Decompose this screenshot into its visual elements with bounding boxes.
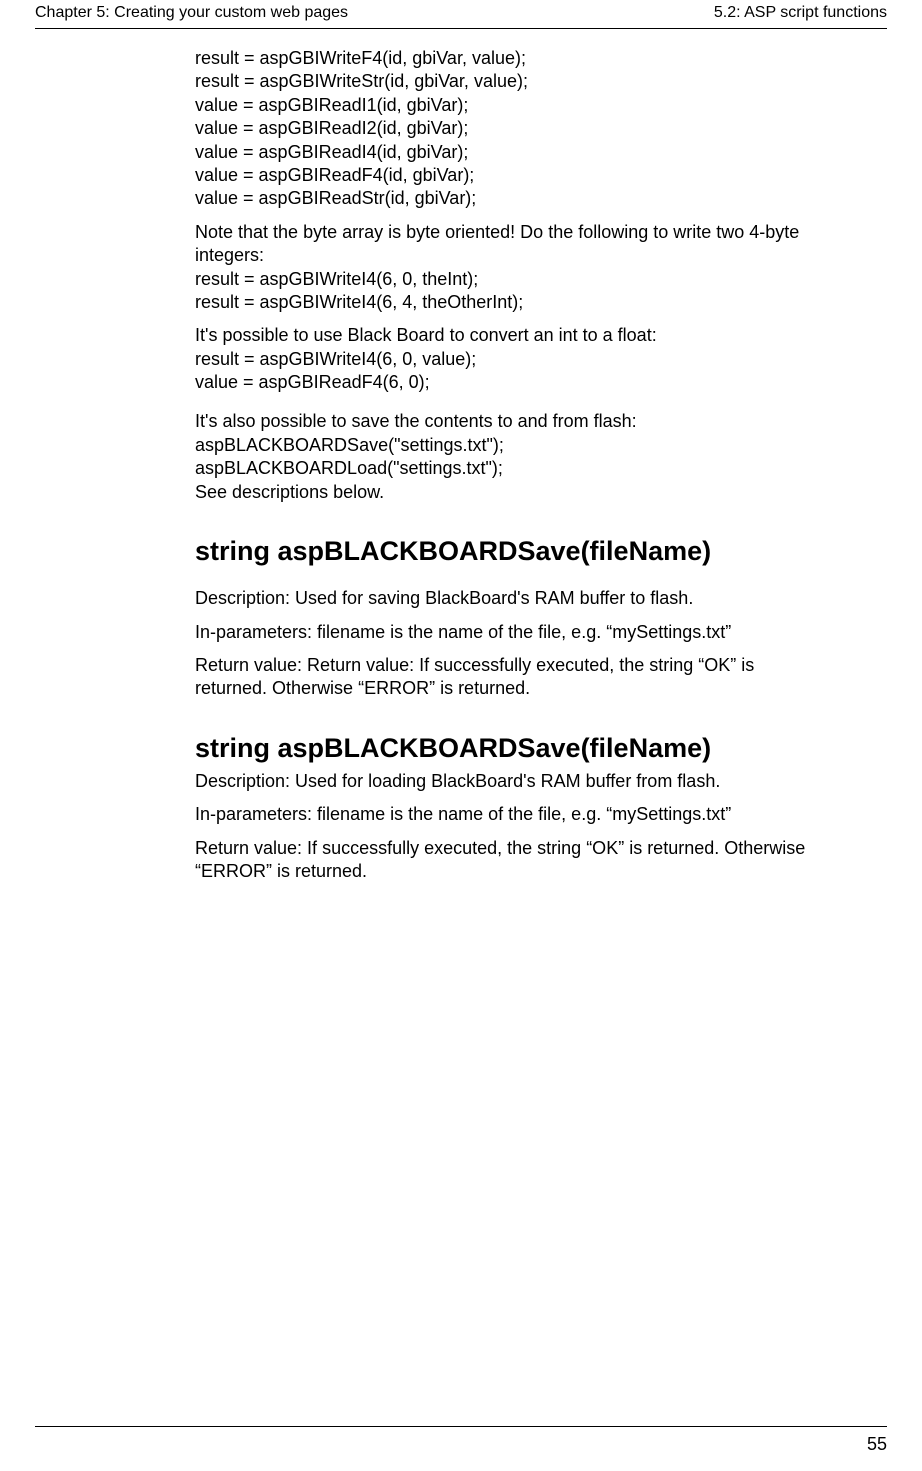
paragraph-int-float: It's possible to use Black Board to conv… [195,324,827,394]
page-number: 55 [867,1434,887,1455]
load-return: Return value: If successfully executed, … [195,837,827,884]
save-description: Description: Used for saving BlackBoard'… [195,587,827,610]
page: Chapter 5: Creating your custom web page… [0,0,922,883]
code-block-1: result = aspGBIWriteF4(id, gbiVar, value… [195,47,827,211]
footer-rule [35,1426,887,1427]
content: result = aspGBIWriteF4(id, gbiVar, value… [195,29,827,883]
load-description: Description: Used for loading BlackBoard… [195,770,827,793]
paragraph-flash: It's also possible to save the contents … [195,410,827,504]
load-in-params: In-parameters: filename is the name of t… [195,803,827,826]
save-in-params: In-parameters: filename is the name of t… [195,621,827,644]
page-header: Chapter 5: Creating your custom web page… [35,0,887,29]
save-return: Return value: Return value: If successfu… [195,654,827,701]
header-right: 5.2: ASP script functions [714,4,887,22]
heading-load: string aspBLACKBOARDSave(fileName) [195,731,827,766]
header-left: Chapter 5: Creating your custom web page… [35,4,348,22]
paragraph-byte-array: Note that the byte array is byte oriente… [195,221,827,315]
heading-save: string aspBLACKBOARDSave(fileName) [195,534,827,569]
